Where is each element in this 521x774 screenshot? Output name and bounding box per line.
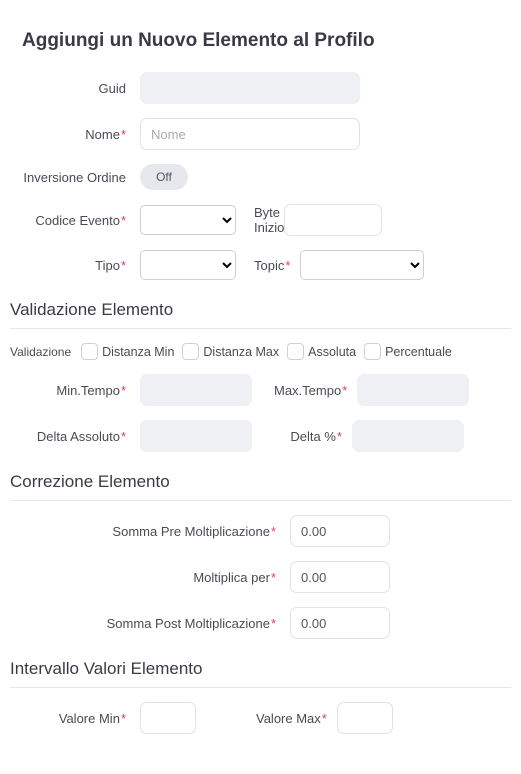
codice-evento-label: Codice Evento*: [10, 213, 140, 228]
nome-label: Nome*: [10, 127, 140, 142]
tipo-label: Tipo*: [10, 258, 140, 273]
min-tempo-field: [140, 374, 252, 406]
max-tempo-label: Max.Tempo*: [252, 383, 357, 398]
percentuale-label: Percentuale: [385, 345, 452, 359]
byte-inizio-label: Byte Inizio*: [236, 205, 284, 235]
distanza-max-label: Distanza Max: [203, 345, 279, 359]
moltiplica-label: Moltiplica per*: [10, 570, 290, 585]
codice-evento-select[interactable]: [140, 205, 236, 235]
somma-post-label: Somma Post Moltiplicazione*: [10, 616, 290, 631]
min-tempo-label: Min.Tempo*: [10, 383, 140, 398]
somma-pre-field[interactable]: [290, 515, 390, 547]
byte-inizio-field[interactable]: [284, 204, 382, 236]
delta-assoluto-field: [140, 420, 252, 452]
topic-label: Topic*: [236, 258, 300, 273]
section-intervallo-title: Intervallo Valori Elemento: [10, 659, 511, 688]
distanza-max-checkbox[interactable]: [182, 343, 199, 360]
max-tempo-field: [357, 374, 469, 406]
nome-field[interactable]: [140, 118, 360, 150]
delta-assoluto-label: Delta Assoluto*: [10, 429, 140, 444]
inversione-label: Inversione Ordine: [10, 170, 140, 185]
section-correzione-title: Correzione Elemento: [10, 472, 511, 501]
delta-pct-label: Delta %*: [252, 429, 352, 444]
percentuale-checkbox[interactable]: [364, 343, 381, 360]
valore-min-field[interactable]: [140, 702, 196, 734]
valore-max-field[interactable]: [337, 702, 393, 734]
validazione-group-label: Validazione: [10, 345, 71, 359]
assoluta-label: Assoluta: [308, 345, 356, 359]
inversione-toggle[interactable]: Off: [140, 164, 188, 190]
assoluta-checkbox[interactable]: [287, 343, 304, 360]
valore-min-label: Valore Min*: [10, 711, 140, 726]
guid-label: Guid: [10, 81, 140, 96]
distanza-min-label: Distanza Min: [102, 345, 174, 359]
somma-post-field[interactable]: [290, 607, 390, 639]
page-title: Aggiungi un Nuovo Elemento al Profilo: [22, 30, 521, 52]
section-validazione-title: Validazione Elemento: [10, 300, 511, 329]
topic-select[interactable]: [300, 250, 424, 280]
somma-pre-label: Somma Pre Moltiplicazione*: [10, 524, 290, 539]
tipo-select[interactable]: [140, 250, 236, 280]
delta-pct-field: [352, 420, 464, 452]
valore-max-label: Valore Max*: [196, 711, 337, 726]
guid-field: [140, 72, 360, 104]
moltiplica-field[interactable]: [290, 561, 390, 593]
distanza-min-checkbox[interactable]: [81, 343, 98, 360]
